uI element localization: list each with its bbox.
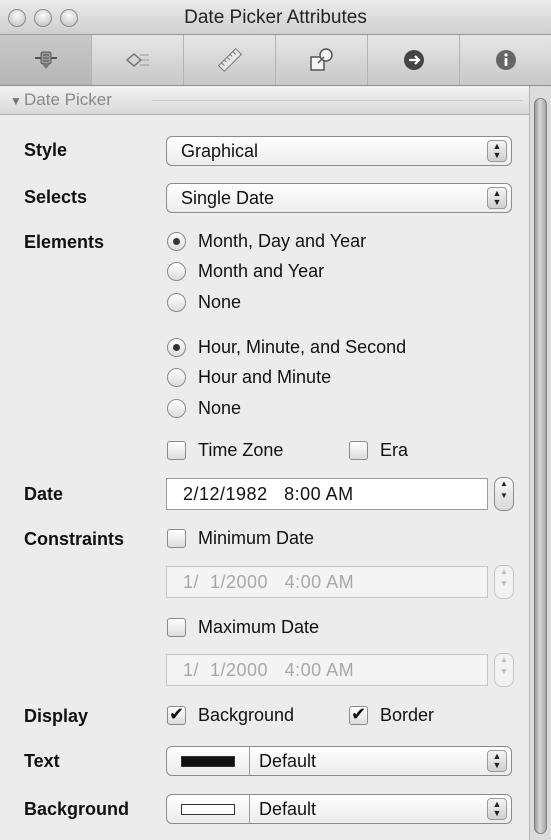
border-checkbox[interactable]: ✔ Border (349, 705, 434, 726)
popup-separator (249, 795, 250, 823)
tab-bindings[interactable] (276, 35, 368, 85)
checkbox[interactable] (167, 529, 186, 548)
radio-label: Month, Day and Year (198, 231, 367, 251)
style-popup[interactable]: Graphical ▲ ▼ (166, 136, 512, 166)
popup-arrows-icon: ▲ ▼ (487, 140, 507, 162)
selects-label: Selects (24, 187, 88, 207)
attributes-slider-icon (34, 51, 57, 69)
window-title: Date Picker Attributes (184, 7, 367, 28)
radio-button-selected[interactable] (167, 232, 186, 251)
text-color-swatch (181, 756, 235, 767)
radio-label: Hour and Minute (198, 367, 332, 387)
checkbox[interactable] (167, 441, 186, 460)
era-checkbox[interactable]: Era (349, 440, 408, 461)
style-label: Style (24, 140, 68, 160)
disclosure-triangle-icon[interactable]: ▼ (10, 94, 22, 108)
tab-size[interactable] (184, 35, 276, 85)
date-label: Date (24, 484, 64, 504)
checkbox[interactable] (167, 618, 186, 637)
connections-arrow-icon (403, 50, 424, 70)
text-color-value: Default (259, 751, 317, 771)
scrollbar-thumb[interactable] (534, 98, 547, 834)
date-picker-section-header[interactable]: ▼ Date Picker (0, 86, 529, 115)
size-ruler-icon (217, 47, 242, 73)
section-title: Date Picker (24, 90, 112, 109)
radio-hour-minute[interactable]: Hour and Minute (167, 367, 331, 388)
tab-effects[interactable] (92, 35, 184, 85)
checkbox-label: Minimum Date (198, 528, 315, 548)
tab-attributes[interactable] (0, 35, 92, 85)
date-value: 2/12/1982 8:00 AM (183, 484, 354, 504)
radio-month-day-year[interactable]: Month, Day and Year (167, 231, 366, 252)
bindings-icon (309, 48, 333, 71)
maximum-date-field[interactable]: 1/ 1/2000 4:00 AM (166, 654, 488, 686)
popup-arrows-icon: ▲ ▼ (487, 187, 507, 209)
tab-connections[interactable] (368, 35, 460, 85)
checkbox-label: Maximum Date (198, 617, 320, 637)
text-color-label: Text (24, 751, 60, 771)
text-color-popup[interactable]: Default ▲ ▼ (166, 746, 512, 776)
constraints-label: Constraints (24, 529, 125, 549)
section-divider (152, 100, 523, 101)
tab-info[interactable] (460, 35, 551, 85)
radio-time-none[interactable]: None (167, 398, 241, 419)
background-color-popup[interactable]: Default ▲ ▼ (166, 794, 512, 824)
inspector-toolbar (0, 35, 551, 86)
background-color-label: Background (24, 799, 130, 819)
maximum-date-checkbox[interactable]: Maximum Date (167, 617, 319, 638)
radio-button-selected[interactable] (167, 338, 186, 357)
maximum-date-value: 1/ 1/2000 4:00 AM (183, 660, 355, 680)
checkbox[interactable] (349, 441, 368, 460)
display-label: Display (24, 706, 89, 726)
maximum-date-stepper[interactable]: ▲ ▼ (494, 653, 514, 687)
radio-label: Month and Year (198, 261, 325, 281)
date-stepper[interactable]: ▲ ▼ (494, 477, 514, 511)
time-zone-checkbox[interactable]: Time Zone (167, 440, 283, 461)
elements-label: Elements (24, 232, 105, 252)
radio-month-year[interactable]: Month and Year (167, 261, 324, 282)
minimum-date-field[interactable]: 1/ 1/2000 4:00 AM (166, 566, 488, 598)
checkbox-label: Background (198, 705, 295, 725)
popup-arrows-icon: ▲ ▼ (487, 750, 507, 772)
background-color-swatch (181, 804, 235, 815)
title-bar: Date Picker Attributes (0, 0, 551, 35)
inspector-window: Date Picker Attributes ▼ Date Picker Sty… (0, 0, 551, 840)
date-field[interactable]: 2/12/1982 8:00 AM (166, 478, 488, 510)
radio-button[interactable] (167, 368, 186, 387)
minimum-date-stepper[interactable]: ▲ ▼ (494, 565, 514, 599)
radio-button[interactable] (167, 262, 186, 281)
checkbox-label: Border (380, 705, 435, 725)
checkbox-label: Time Zone (198, 440, 284, 460)
popup-arrows-icon: ▲ ▼ (487, 798, 507, 820)
selects-popup[interactable]: Single Date ▲ ▼ (166, 183, 512, 213)
radio-button[interactable] (167, 293, 186, 312)
background-color-value: Default (259, 799, 317, 819)
style-value: Graphical (181, 141, 259, 161)
radio-hour-minute-second[interactable]: Hour, Minute, and Second (167, 337, 406, 358)
checkbox-label: Era (380, 440, 409, 460)
radio-label: None (198, 292, 242, 312)
radio-label: Hour, Minute, and Second (198, 337, 407, 357)
background-checkbox[interactable]: ✔ Background (167, 705, 294, 726)
radio-date-none[interactable]: None (167, 292, 241, 313)
radio-label: None (198, 398, 242, 418)
info-icon (495, 50, 516, 70)
effects-icon (125, 53, 149, 67)
popup-separator (249, 747, 250, 775)
minimum-date-value: 1/ 1/2000 4:00 AM (183, 572, 355, 592)
checkmark-icon[interactable]: ✔ (167, 705, 186, 725)
radio-button[interactable] (167, 399, 186, 418)
checkmark-icon[interactable]: ✔ (349, 705, 368, 725)
vertical-scrollbar[interactable] (529, 86, 551, 840)
selects-value: Single Date (181, 188, 275, 208)
minimum-date-checkbox[interactable]: Minimum Date (167, 528, 314, 549)
